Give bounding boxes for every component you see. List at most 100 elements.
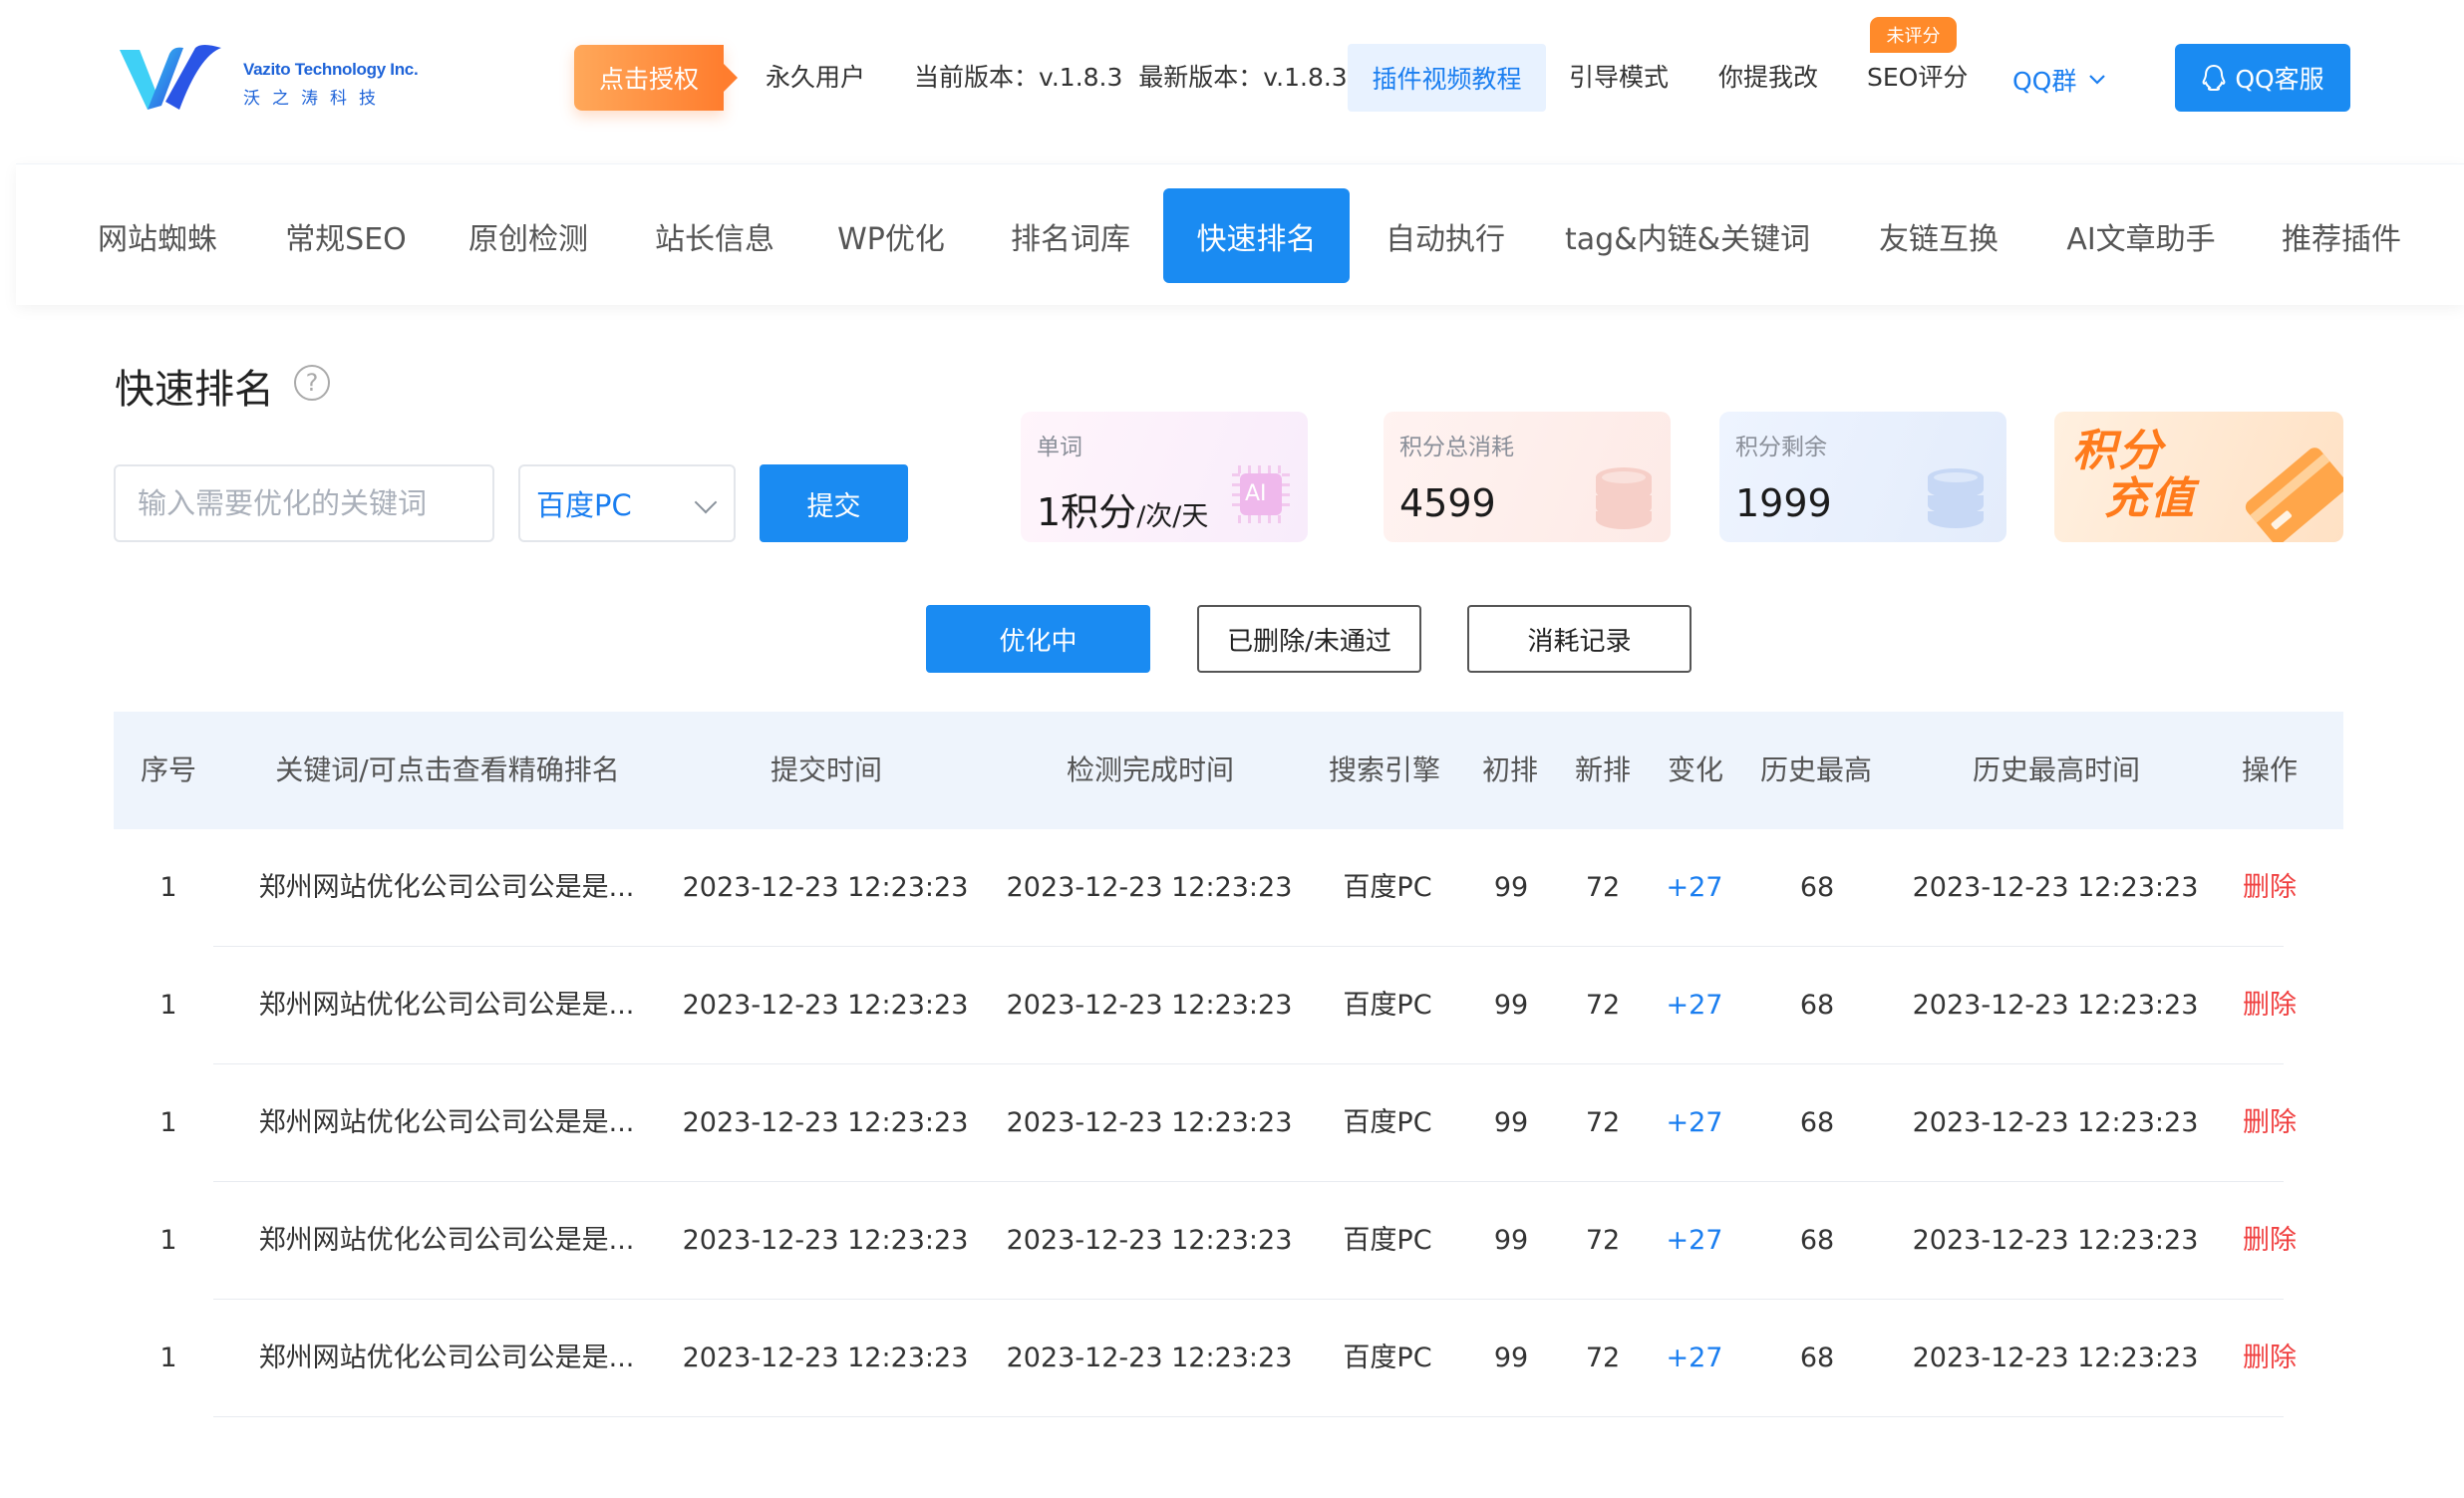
- cell-engine: 百度PC: [1343, 1107, 1432, 1138]
- cell-best-time: 2023-12-23 12:23:23: [1912, 1225, 2199, 1256]
- table-row: 1 郑州网站优化公司公司公是是... 2023-12-23 12:23:23 2…: [114, 947, 2343, 1064]
- col-best-rank: 历史最高: [1759, 753, 1873, 786]
- col-submit-time: 提交时间: [770, 753, 883, 786]
- search-engine-value: 百度PC: [536, 488, 632, 522]
- tab-site-spider[interactable]: 网站蜘蛛: [93, 188, 222, 283]
- tab-rank-lexicon[interactable]: 排名词库: [1006, 188, 1135, 283]
- tab-tag-links-keywords[interactable]: tag&内链&关键词: [1563, 188, 1812, 283]
- cell-best-time: 2023-12-23 12:23:23: [1912, 990, 2199, 1021]
- cell-keyword-link[interactable]: 郑州网站优化公司公司公是是...: [259, 829, 635, 947]
- cell-new-rank: 72: [1585, 1225, 1621, 1256]
- qq-service-button[interactable]: QQ客服: [2175, 44, 2350, 112]
- cell-index: 1: [159, 872, 177, 903]
- col-index: 序号: [140, 753, 197, 786]
- delete-link[interactable]: 删除: [2243, 947, 2297, 1064]
- cell-keyword-link[interactable]: 郑州网站优化公司公司公是是...: [259, 947, 635, 1064]
- video-tutorial-link[interactable]: 插件视频教程: [1348, 44, 1546, 112]
- qq-service-label: QQ客服: [2235, 65, 2324, 94]
- tab-wp-optimize[interactable]: WP优化: [831, 188, 951, 283]
- cell-best-rank: 68: [1799, 872, 1835, 903]
- guide-mode-link[interactable]: 引导模式: [1569, 62, 1669, 94]
- status-optimizing-tab[interactable]: 优化中: [926, 605, 1150, 673]
- cell-engine: 百度PC: [1343, 990, 1432, 1021]
- cell-initial-rank: 99: [1493, 1343, 1529, 1373]
- top-header: Vazito Technology Inc. 沃之涛科技 点击授权 永久用户 当…: [0, 0, 2464, 163]
- keyword-input[interactable]: [114, 464, 494, 542]
- cell-keyword-link[interactable]: 郑州网站优化公司公司公是是...: [259, 1300, 635, 1417]
- col-best-time: 历史最高时间: [1972, 753, 2141, 786]
- cell-done-time: 2023-12-23 12:23:23: [1006, 872, 1293, 903]
- chevron-down-icon: [694, 490, 718, 514]
- col-keyword: 关键词/可点击查看精确排名: [275, 753, 620, 786]
- cell-keyword-link[interactable]: 郑州网站优化公司公司公是是...: [259, 1182, 635, 1300]
- tab-webmaster-info[interactable]: 站长信息: [650, 188, 779, 283]
- col-engine: 搜索引擎: [1328, 753, 1441, 786]
- cell-submit-time: 2023-12-23 12:23:23: [682, 990, 969, 1021]
- user-type-label: 永久用户: [766, 63, 866, 92]
- cell-index: 1: [159, 990, 177, 1021]
- col-done-time: 检测完成时间: [1066, 753, 1235, 786]
- recharge-line-2: 充值: [2104, 473, 2196, 524]
- delete-link[interactable]: 删除: [2243, 1182, 2297, 1300]
- qq-icon: [2202, 64, 2226, 91]
- tab-regular-seo[interactable]: 常规SEO: [279, 188, 413, 283]
- delete-link[interactable]: 删除: [2243, 1064, 2297, 1182]
- table-row: 1 郑州网站优化公司公司公是是... 2023-12-23 12:23:23 2…: [114, 1182, 2343, 1300]
- cell-new-rank: 72: [1585, 1107, 1621, 1138]
- logo-chinese-name: 沃之涛科技: [243, 89, 388, 109]
- cell-index: 1: [159, 1225, 177, 1256]
- status-deleted-tab[interactable]: 已删除/未通过: [1197, 605, 1421, 673]
- cell-engine: 百度PC: [1343, 1343, 1432, 1373]
- table-row: 1 郑州网站优化公司公司公是是... 2023-12-23 12:23:23 2…: [114, 1300, 2343, 1417]
- submit-button[interactable]: 提交: [760, 464, 908, 542]
- tab-fast-ranking[interactable]: 快速排名: [1163, 188, 1350, 283]
- recharge-line-1: 积分: [2072, 426, 2164, 476]
- cell-change: +27: [1666, 872, 1723, 903]
- recharge-title: 积分 充值: [2072, 428, 2196, 523]
- col-action: 操作: [2241, 753, 2299, 786]
- per-word-label: 单词: [1037, 435, 1082, 460]
- tab-ai-writer[interactable]: AI文章助手: [2061, 188, 2221, 283]
- qq-group-dropdown[interactable]: QQ群: [2012, 62, 2106, 98]
- cell-change: +27: [1666, 1343, 1723, 1373]
- cell-done-time: 2023-12-23 12:23:23: [1006, 1107, 1293, 1138]
- credit-card-icon: [2245, 448, 2343, 542]
- authorize-button[interactable]: 点击授权: [574, 45, 738, 111]
- cell-submit-time: 2023-12-23 12:23:23: [682, 1343, 969, 1373]
- seo-score-link[interactable]: SEO评分: [1867, 62, 1968, 94]
- points-recharge-card[interactable]: 积分 充值: [2054, 412, 2343, 542]
- consumption-records-tab[interactable]: 消耗记录: [1467, 605, 1692, 673]
- tab-friend-links[interactable]: 友链互换: [1874, 188, 2003, 283]
- tab-original-check[interactable]: 原创检测: [463, 188, 593, 283]
- search-engine-select[interactable]: 百度PC: [518, 464, 736, 542]
- cell-best-time: 2023-12-23 12:23:23: [1912, 1107, 2199, 1138]
- cell-best-time: 2023-12-23 12:23:23: [1912, 872, 2199, 903]
- cell-index: 1: [159, 1107, 177, 1138]
- brand-logo[interactable]: Vazito Technology Inc. 沃之涛科技: [118, 44, 419, 112]
- cell-new-rank: 72: [1585, 1343, 1621, 1373]
- feedback-link[interactable]: 你提我改: [1718, 62, 1818, 94]
- per-word-points: 1积分: [1037, 490, 1137, 534]
- tab-auto-execute[interactable]: 自动执行: [1381, 188, 1510, 283]
- row-divider: [213, 1416, 2284, 1417]
- table-row: 1 郑州网站优化公司公司公是是... 2023-12-23 12:23:23 2…: [114, 829, 2343, 947]
- cell-engine: 百度PC: [1343, 872, 1432, 903]
- cell-keyword-link[interactable]: 郑州网站优化公司公司公是是...: [259, 1064, 635, 1182]
- cell-done-time: 2023-12-23 12:23:23: [1006, 1225, 1293, 1256]
- help-icon[interactable]: ?: [294, 365, 330, 401]
- coin-stack-icon: [1596, 467, 1652, 529]
- cell-submit-time: 2023-12-23 12:23:23: [682, 872, 969, 903]
- total-used-value: 4599: [1399, 481, 1496, 525]
- database-icon: [1928, 468, 1984, 528]
- cell-new-rank: 72: [1585, 872, 1621, 903]
- cell-best-rank: 68: [1799, 990, 1835, 1021]
- tab-recommended-plugins[interactable]: 推荐插件: [2277, 188, 2406, 283]
- per-word-value: 1积分/次/天: [1037, 481, 1208, 536]
- delete-link[interactable]: 删除: [2243, 1300, 2297, 1417]
- table-header: 序号 关键词/可点击查看精确排名 提交时间 检测完成时间 搜索引擎 初排 新排 …: [114, 712, 2343, 829]
- total-used-label: 积分总消耗: [1399, 435, 1514, 460]
- delete-link[interactable]: 删除: [2243, 829, 2297, 947]
- total-points-used-card: 积分总消耗 4599: [1384, 412, 1671, 542]
- cell-engine: 百度PC: [1343, 1225, 1432, 1256]
- cell-initial-rank: 99: [1493, 990, 1529, 1021]
